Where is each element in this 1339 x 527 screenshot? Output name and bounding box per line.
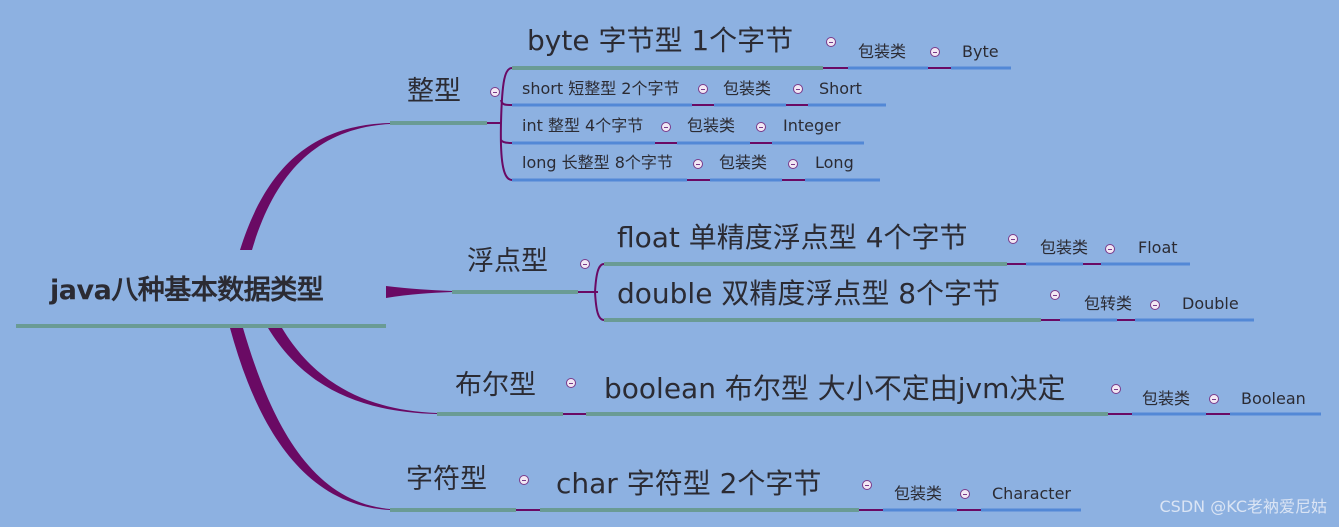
topic-boolean[interactable]: 布尔型 [455, 372, 536, 399]
collapse-booleanrow-icon[interactable] [1111, 384, 1121, 394]
collapse-double-icon[interactable] [1050, 290, 1060, 300]
wrapper-class-int[interactable]: Integer [783, 118, 841, 134]
collapse-charrow-icon[interactable] [862, 480, 872, 490]
item-int[interactable]: int 整型 4个字节 [522, 118, 643, 134]
topic-float[interactable]: 浮点型 [467, 248, 548, 275]
item-boolean[interactable]: boolean 布尔型 大小不定由jvm决定 [604, 375, 1065, 403]
wrapper-label-float[interactable]: 包装类 [1040, 240, 1088, 256]
wrapper-class-short[interactable]: Short [819, 81, 862, 97]
wrapper-label-long[interactable]: 包装类 [719, 155, 767, 171]
root-topic[interactable]: java八种基本数据类型 [50, 277, 324, 304]
item-byte[interactable]: byte 字节型 1个字节 [527, 27, 793, 55]
collapse-short-icon[interactable] [698, 84, 708, 94]
item-long[interactable]: long 长整型 8个字节 [522, 155, 673, 171]
wrapper-label-byte[interactable]: 包装类 [858, 44, 906, 60]
collapse-long-icon[interactable] [693, 159, 703, 169]
wrapper-label-boolean[interactable]: 包装类 [1142, 391, 1190, 407]
collapse-int-icon[interactable] [490, 87, 500, 97]
collapse-long-wrapper-icon[interactable] [788, 159, 798, 169]
wrapper-label-double[interactable]: 包转类 [1084, 296, 1132, 312]
wrapper-class-float[interactable]: Float [1138, 240, 1178, 256]
int-bracket [499, 67, 513, 181]
collapse-floatrow-icon[interactable] [1008, 234, 1018, 244]
collapse-char-icon[interactable] [519, 475, 529, 485]
wrapper-class-double[interactable]: Double [1182, 296, 1239, 312]
int-bracket-int [500, 139, 513, 144]
branch-root-to-char [230, 328, 390, 510]
collapse-short-wrapper-icon[interactable] [793, 84, 803, 94]
collapse-char-wrapper-icon[interactable] [960, 489, 970, 499]
wrapper-label-int[interactable]: 包装类 [687, 118, 735, 134]
branch-root-to-int [240, 123, 390, 250]
wrapper-class-char[interactable]: Character [992, 486, 1071, 502]
collapse-introw-wrapper-icon[interactable] [756, 122, 766, 132]
collapse-introw-icon[interactable] [661, 122, 671, 132]
collapse-float-wrapper-icon[interactable] [1105, 244, 1115, 254]
collapse-boolean-icon[interactable] [566, 378, 576, 388]
collapse-byte-icon[interactable] [826, 37, 836, 47]
item-float[interactable]: float 单精度浮点型 4个字节 [617, 224, 968, 252]
item-char[interactable]: char 字符型 2个字节 [556, 470, 821, 498]
collapse-double-wrapper-icon[interactable] [1150, 300, 1160, 310]
topic-int[interactable]: 整型 [407, 78, 461, 105]
branch-root-to-bool [268, 328, 437, 414]
wrapper-class-byte[interactable]: Byte [962, 44, 999, 60]
item-double[interactable]: double 双精度浮点型 8个字节 [617, 280, 1000, 308]
wrapper-label-short[interactable]: 包装类 [723, 81, 771, 97]
collapse-byte-wrapper-icon[interactable] [930, 47, 940, 57]
wrapper-label-char[interactable]: 包装类 [894, 486, 942, 502]
wrapper-class-boolean[interactable]: Boolean [1241, 391, 1306, 407]
watermark: CSDN @KC老衲爱尼姑 [1159, 497, 1328, 516]
collapse-float-icon[interactable] [580, 259, 590, 269]
collapse-boolean-wrapper-icon[interactable] [1209, 394, 1219, 404]
branch-root-to-float [386, 286, 452, 298]
item-short[interactable]: short 短整型 2个字节 [522, 81, 679, 97]
topic-char[interactable]: 字符型 [406, 466, 487, 493]
wrapper-class-long[interactable]: Long [815, 155, 854, 171]
